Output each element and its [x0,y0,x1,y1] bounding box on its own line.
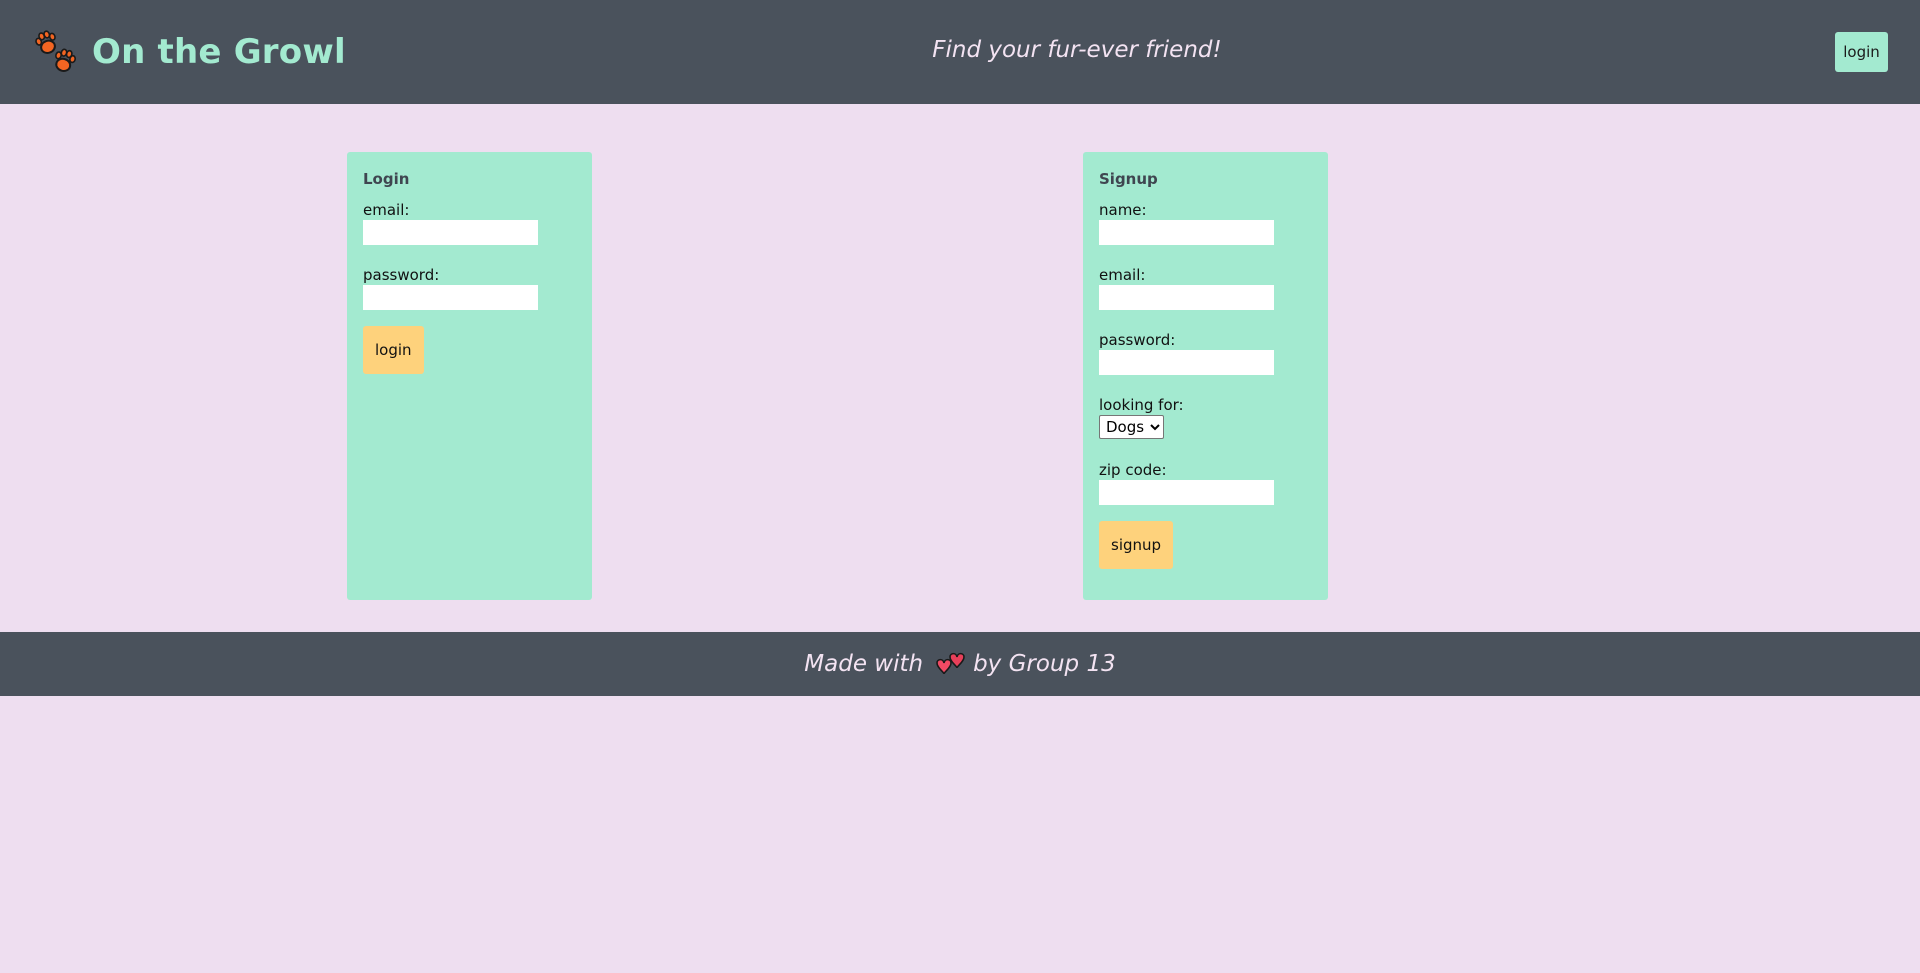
login-card-title: Login [363,170,410,188]
signup-card: Signup name: email: password: looking fo… [1083,152,1328,600]
site-header: On the Growl Find your fur-ever friend! … [0,0,1920,104]
login-card: Login email: password: login [347,152,592,600]
looking-for-select[interactable]: Dogs [1099,415,1164,439]
signup-email-input[interactable] [1099,285,1274,310]
signup-password-label: password: [1099,331,1176,349]
tagline: Find your fur-ever friend! [932,37,1222,63]
login-email-label: email: [363,201,410,219]
header-login-button[interactable]: login [1835,32,1888,72]
zip-code-input[interactable] [1099,480,1274,505]
login-email-input[interactable] [363,220,538,245]
two-hearts-icon [935,651,967,677]
signup-name-input[interactable] [1099,220,1274,245]
zip-code-label: zip code: [1099,461,1167,479]
signup-card-title: Signup [1099,170,1158,188]
signup-name-label: name: [1099,201,1147,219]
site-footer: Made with by Group 13 [0,632,1920,696]
footer-suffix: by Group 13 [973,651,1116,677]
login-submit-button[interactable]: login [363,326,424,374]
login-password-label: password: [363,266,440,284]
signup-submit-button[interactable]: signup [1099,521,1174,569]
looking-for-label: looking for: [1099,396,1184,414]
signup-password-input[interactable] [1099,350,1274,375]
signup-email-label: email: [1099,266,1146,284]
footer-prefix: Made with [804,651,924,677]
login-password-input[interactable] [363,285,538,310]
